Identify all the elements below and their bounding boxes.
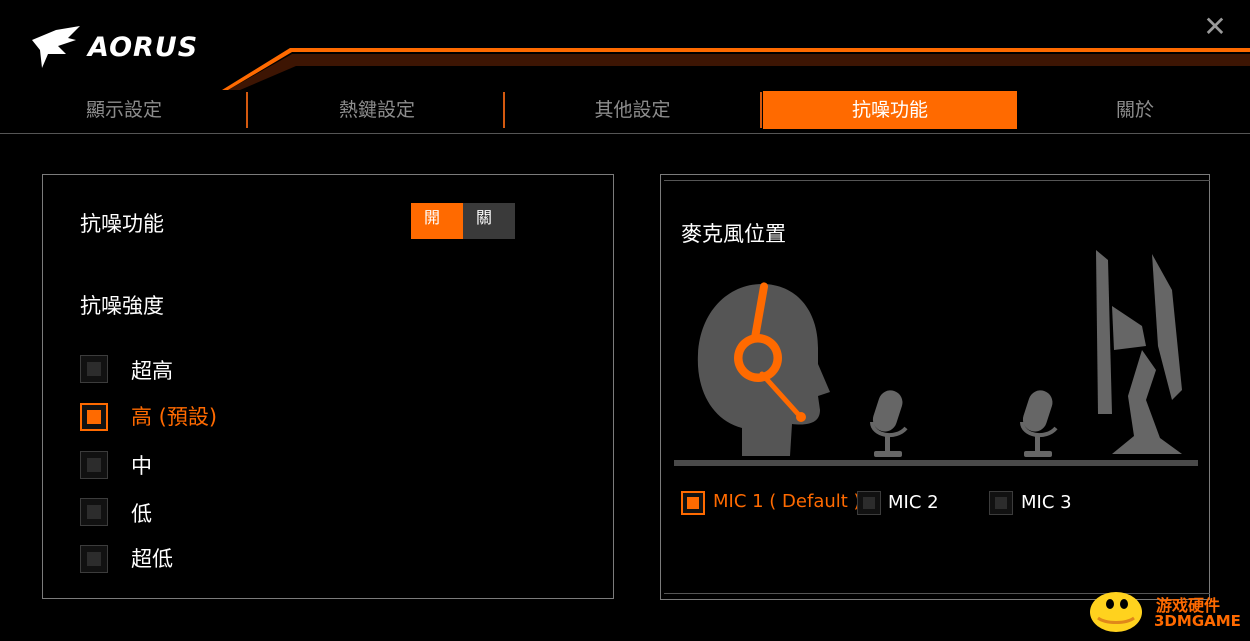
tab-divider bbox=[246, 92, 248, 128]
tab-divider bbox=[760, 92, 762, 128]
mic2-checkbox[interactable] bbox=[857, 491, 881, 515]
strength-ultra-high-label[interactable]: 超高 bbox=[131, 355, 173, 385]
strength-medium-label[interactable]: 中 bbox=[131, 450, 152, 480]
tab-display-settings[interactable]: 顯示設定 bbox=[0, 90, 248, 130]
noise-cancel-toggle[interactable]: 開 關 bbox=[411, 203, 515, 239]
close-icon: ✕ bbox=[1203, 10, 1227, 43]
headset-head-icon bbox=[697, 282, 830, 456]
strength-high-label[interactable]: 高 (預設) bbox=[131, 401, 217, 431]
strength-ultra-low-checkbox[interactable] bbox=[80, 545, 108, 573]
noise-strength-title: 抗噪強度 bbox=[80, 294, 164, 318]
mic-position-illustration bbox=[674, 250, 1198, 466]
brand-name: AORUS bbox=[88, 32, 199, 63]
eagle-logo-icon bbox=[32, 26, 80, 68]
site-watermark: 游戏硬件 3DMGAME bbox=[1082, 580, 1242, 636]
mic2-label[interactable]: MIC 2 bbox=[888, 492, 939, 513]
watermark-bottom-text: 3DMGAME bbox=[1154, 612, 1241, 630]
mic-position-title: 麥克風位置 bbox=[681, 222, 786, 246]
aorus-logo: AORUS bbox=[28, 24, 218, 70]
tab-hotkey-settings[interactable]: 熱鍵設定 bbox=[250, 90, 504, 130]
noise-cancel-title: 抗噪功能 bbox=[80, 212, 164, 236]
tab-other-settings[interactable]: 其他設定 bbox=[505, 90, 760, 130]
strength-ultra-high-checkbox[interactable] bbox=[80, 355, 108, 383]
desk-surface bbox=[674, 460, 1198, 466]
desk-mic-icon bbox=[870, 390, 908, 457]
desk-mic-icon bbox=[1020, 390, 1058, 457]
mic1-label[interactable]: MIC 1 ( Default ) bbox=[713, 491, 861, 512]
strength-ultra-low-label[interactable]: 超低 bbox=[131, 543, 173, 573]
toggle-on-button[interactable]: 開 bbox=[411, 203, 463, 239]
tab-underline-rule bbox=[0, 133, 1250, 134]
duck-mascot-icon bbox=[1090, 592, 1142, 632]
strength-high-checkbox[interactable] bbox=[80, 403, 108, 431]
strength-medium-checkbox[interactable] bbox=[80, 451, 108, 479]
tab-about[interactable]: 關於 bbox=[1020, 90, 1250, 130]
monitor-side-icon bbox=[1096, 250, 1182, 454]
mic3-checkbox[interactable] bbox=[989, 491, 1013, 515]
toggle-off-button[interactable]: 關 bbox=[463, 203, 515, 239]
mic1-checkbox[interactable] bbox=[681, 491, 705, 515]
mic3-label[interactable]: MIC 3 bbox=[1021, 492, 1072, 513]
strength-low-label[interactable]: 低 bbox=[131, 498, 152, 528]
close-button[interactable]: ✕ bbox=[1202, 13, 1228, 41]
strength-low-checkbox[interactable] bbox=[80, 498, 108, 526]
tab-noise-cancel[interactable]: 抗噪功能 bbox=[763, 91, 1017, 129]
